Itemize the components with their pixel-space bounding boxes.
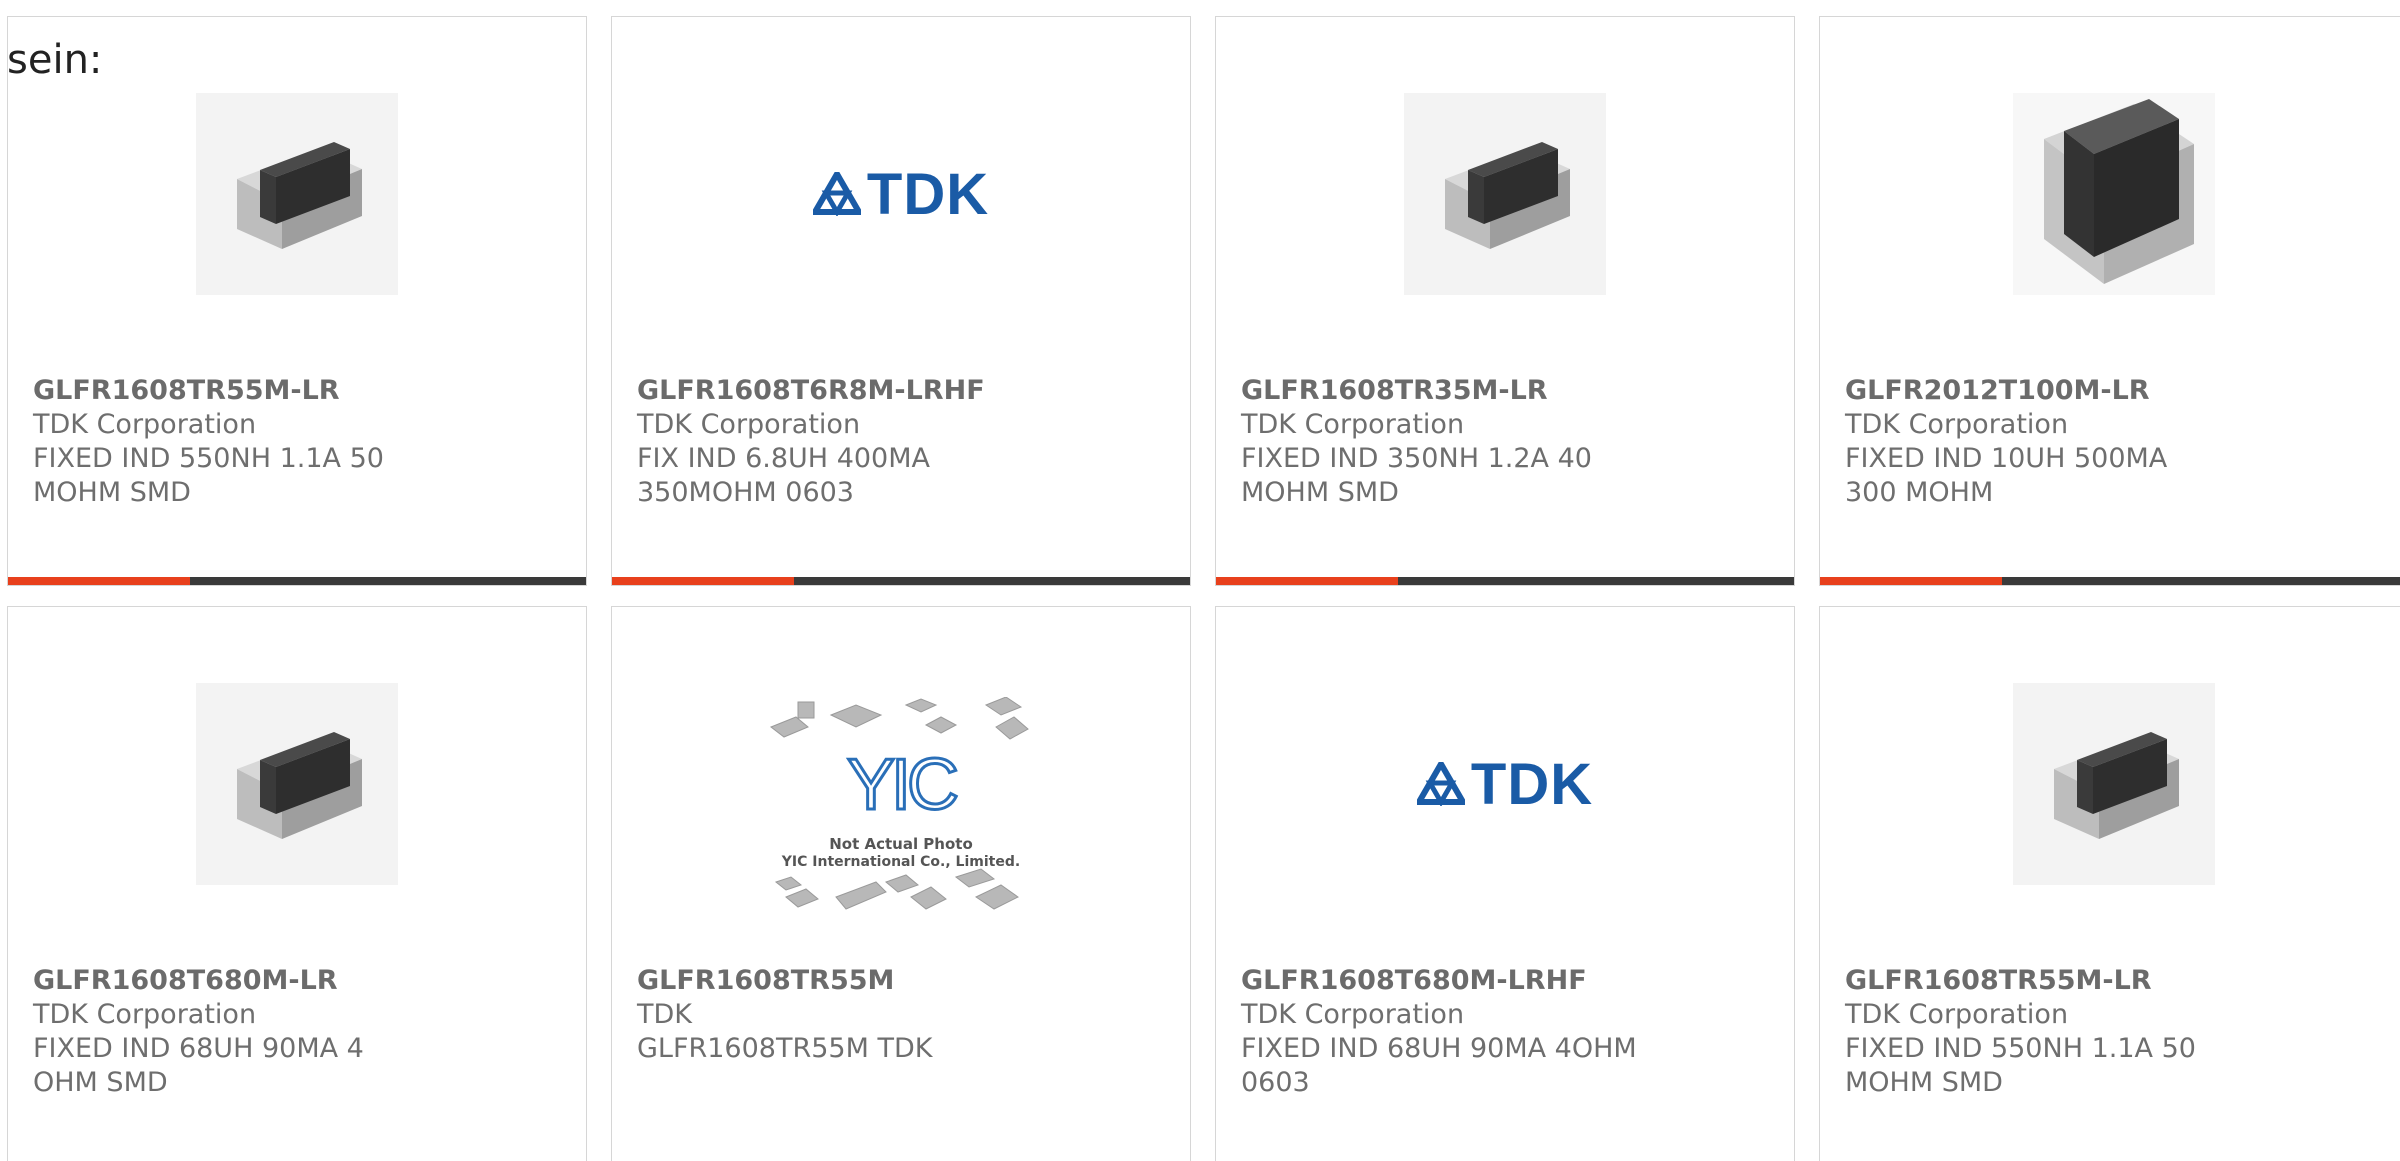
product-card[interactable]: GLFR1608TR55M-LR TDK Corporation FIXED I…	[1819, 606, 2400, 1161]
tdk-logo-image: TDK	[1416, 751, 1594, 818]
product-image[interactable]	[8, 669, 586, 899]
description: FIXED IND 350NH 1.2A 40 MOHM SMD	[1241, 443, 1592, 508]
part-number[interactable]: GLFR1608T680M-LR	[33, 964, 566, 998]
manufacturer: TDK Corporation	[33, 999, 257, 1030]
product-card[interactable]: GLFR1608TR35M-LR TDK Corporation FIXED I…	[1215, 16, 1795, 586]
card-bar-accent	[1216, 577, 1398, 585]
product-card[interactable]: GLFR2012T100M-LR TDK Corporation FIXED I…	[1819, 16, 2400, 586]
product-card[interactable]: GLFR1608TR55M-LR TDK Corporation FIXED I…	[7, 16, 587, 586]
product-card[interactable]: TDK GLFR1608T680M-LRHF TDK Corporation F…	[1215, 606, 1795, 1161]
product-info: GLFR1608TR55M-LR TDK Corporation FIXED I…	[1845, 964, 2388, 1100]
card-progress-bar	[1820, 577, 2400, 585]
part-number[interactable]: GLFR1608TR55M-LR	[33, 374, 566, 408]
product-card[interactable]: GLFR1608T680M-LR TDK Corporation FIXED I…	[7, 606, 587, 1161]
chip-inductor-image	[2013, 683, 2215, 885]
description: FIXED IND 68UH 90MA 4 OHM SMD	[33, 1033, 364, 1098]
manufacturer: TDK Corporation	[1845, 999, 2069, 1030]
manufacturer: TDK Corporation	[1845, 409, 2069, 440]
product-info: GLFR1608T680M-LR TDK Corporation FIXED I…	[33, 964, 566, 1100]
product-info: GLFR1608TR55M TDK GLFR1608TR55M TDK	[637, 964, 1170, 1066]
part-number[interactable]: GLFR1608TR35M-LR	[1241, 374, 1774, 408]
tdk-triangle-icon	[1416, 762, 1465, 806]
section-prefix-text: sein:	[7, 37, 103, 83]
description: FIXED IND 550NH 1.1A 50 MOHM SMD	[1845, 1033, 2196, 1098]
tdk-logo-image: TDK	[812, 161, 990, 228]
manufacturer: TDK Corporation	[1241, 999, 1465, 1030]
part-number[interactable]: GLFR1608T680M-LRHF	[1241, 964, 1774, 998]
part-number[interactable]: GLFR1608T6R8M-LRHF	[637, 374, 1170, 408]
product-image[interactable]	[1216, 79, 1794, 309]
product-card[interactable]: YIC Not Actual Photo YIC International C…	[611, 606, 1191, 1161]
product-info: GLFR1608TR55M-LR TDK Corporation FIXED I…	[33, 374, 566, 510]
chip-inductor-image	[196, 683, 398, 885]
product-info: GLFR1608TR35M-LR TDK Corporation FIXED I…	[1241, 374, 1774, 510]
card-bar-accent	[612, 577, 794, 585]
product-grid-page: sein: GLFR1608TR55M-LR TDK Corporation F…	[0, 0, 2400, 1161]
chip-inductor-image	[196, 93, 398, 295]
placeholder-caption-line1: Not Actual Photo	[829, 835, 973, 853]
card-progress-bar	[612, 577, 1190, 585]
manufacturer: TDK Corporation	[1241, 409, 1465, 440]
chip-inductor-image	[1404, 93, 1606, 295]
product-info: GLFR1608T6R8M-LRHF TDK Corporation FIX I…	[637, 374, 1170, 510]
product-info: GLFR1608T680M-LRHF TDK Corporation FIXED…	[1241, 964, 1774, 1100]
tdk-logo-text: TDK	[866, 161, 990, 227]
product-info: GLFR2012T100M-LR TDK Corporation FIXED I…	[1845, 374, 2388, 510]
product-card[interactable]: TDK GLFR1608T6R8M-LRHF TDK Corporation F…	[611, 16, 1191, 586]
part-number[interactable]: GLFR1608TR55M-LR	[1845, 964, 2388, 998]
tdk-logo-text: TDK	[1470, 751, 1594, 817]
placeholder-caption-line2: YIC International Co., Limited.	[781, 854, 1021, 870]
not-actual-photo-image: YIC Not Actual Photo YIC International C…	[766, 697, 1036, 932]
product-image[interactable]: YIC Not Actual Photo YIC International C…	[612, 692, 1190, 937]
manufacturer: TDK Corporation	[637, 409, 861, 440]
card-bar-accent	[8, 577, 190, 585]
product-image[interactable]	[1820, 79, 2400, 309]
card-progress-bar	[1216, 577, 1794, 585]
tdk-triangle-icon	[812, 172, 861, 216]
part-number[interactable]: GLFR1608TR55M	[637, 964, 1170, 998]
manufacturer: TDK	[637, 999, 692, 1030]
card-progress-bar	[8, 577, 586, 585]
description: GLFR1608TR55M TDK	[637, 1033, 933, 1064]
product-image[interactable]: TDK	[612, 79, 1190, 309]
product-image[interactable]	[8, 79, 586, 309]
description: FIXED IND 550NH 1.1A 50 MOHM SMD	[33, 443, 384, 508]
description: FIXED IND 10UH 500MA 300 MOHM	[1845, 443, 2168, 508]
description: FIX IND 6.8UH 400MA 350MOHM 0603	[637, 443, 930, 508]
chip-inductor-large-image	[2013, 93, 2215, 295]
product-image[interactable]: TDK	[1216, 669, 1794, 899]
description: FIXED IND 68UH 90MA 4OHM 0603	[1241, 1033, 1637, 1098]
part-number[interactable]: GLFR2012T100M-LR	[1845, 374, 2388, 408]
card-bar-accent	[1820, 577, 2002, 585]
product-image[interactable]	[1820, 669, 2400, 899]
manufacturer: TDK Corporation	[33, 409, 257, 440]
yic-logo: YIC	[845, 745, 960, 825]
